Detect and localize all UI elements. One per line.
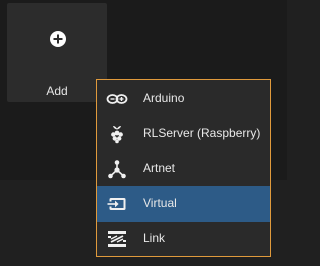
menu-item-arduino[interactable]: Arduino xyxy=(97,81,270,117)
menu-item-link[interactable]: Link xyxy=(97,221,270,257)
menu-item-label: Arduino xyxy=(143,91,185,105)
add-device-menu: Arduino RLServer (Raspberry) Artnet Virt… xyxy=(96,79,271,257)
menu-item-label: Virtual xyxy=(143,196,177,210)
add-tile-label: Add xyxy=(46,84,68,98)
menu-item-virtual[interactable]: Virtual xyxy=(97,186,270,222)
virtual-input-icon xyxy=(107,198,126,210)
menu-item-artnet[interactable]: Artnet xyxy=(97,151,270,187)
arduino-infinity-icon xyxy=(106,94,128,104)
raspberry-pi-icon xyxy=(111,126,123,144)
menu-item-label: Artnet xyxy=(143,161,176,175)
menu-item-rlserver[interactable]: RLServer (Raspberry) xyxy=(97,116,270,152)
menu-item-label: Link xyxy=(143,231,166,245)
link-cable-icon xyxy=(108,231,126,247)
plus-circle-icon xyxy=(50,31,66,47)
device-panel: Add Arduino RLServer (Raspberry) Artnet … xyxy=(0,0,287,266)
menu-item-label: RLServer (Raspberry) xyxy=(143,126,261,140)
artnet-node-icon xyxy=(108,160,126,179)
add-device-tile[interactable]: Add xyxy=(7,3,107,102)
